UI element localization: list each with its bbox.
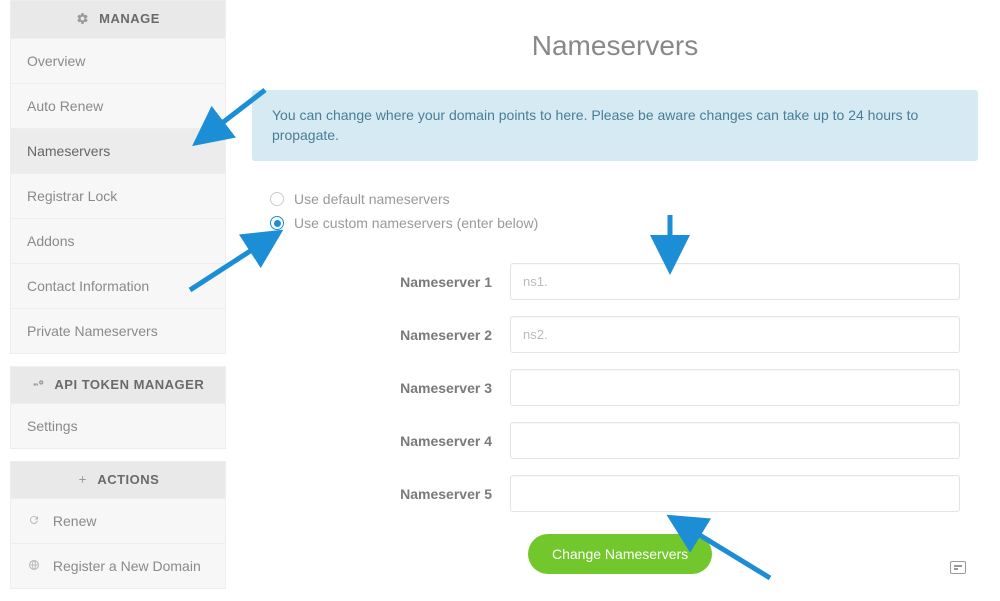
plus-icon — [77, 473, 88, 488]
sidebar-header-label: MANAGE — [99, 11, 160, 26]
sidebar-header-api: API TOKEN MANAGER — [11, 367, 225, 404]
main-content: Nameservers You can change where your do… — [240, 0, 990, 582]
form-row: Nameserver 3 — [240, 361, 990, 414]
nameserver-5-input[interactable] — [510, 475, 960, 512]
sidebar-item-renew[interactable]: Renew — [11, 498, 225, 543]
sidebar: MANAGE Overview Auto Renew Nameservers R… — [10, 0, 226, 601]
globe-icon — [27, 558, 41, 574]
form-label: Nameserver 2 — [380, 327, 510, 343]
radio-icon — [270, 216, 284, 230]
page-title: Nameservers — [240, 0, 990, 86]
sidebar-item-label: Contact Information — [27, 278, 149, 294]
submit-row: Change Nameservers — [240, 520, 990, 582]
sidebar-item-label: Private Nameservers — [27, 323, 158, 339]
sidebar-header-actions: ACTIONS — [11, 462, 225, 498]
refresh-icon — [27, 513, 41, 529]
sidebar-item-contact-information[interactable]: Contact Information — [11, 263, 225, 308]
sidebar-item-registrar-lock[interactable]: Registrar Lock — [11, 173, 225, 218]
sidebar-item-nameservers[interactable]: Nameservers — [11, 128, 225, 173]
sidebar-item-label: Addons — [27, 233, 74, 249]
sidebar-item-addons[interactable]: Addons — [11, 218, 225, 263]
info-banner: You can change where your domain points … — [252, 90, 978, 161]
form-label: Nameserver 1 — [380, 274, 510, 290]
sidebar-item-label: Nameservers — [27, 143, 110, 159]
sidebar-item-label: Register a New Domain — [53, 558, 201, 574]
form-row: Nameserver 5 — [240, 467, 990, 520]
form-row: Nameserver 1 — [240, 255, 990, 308]
sidebar-item-label: Auto Renew — [27, 98, 103, 114]
sidebar-item-register-new-domain[interactable]: Register a New Domain — [11, 543, 225, 588]
nameserver-form: Nameserver 1 Nameserver 2 Nameserver 3 N… — [240, 255, 990, 582]
sidebar-item-label: Registrar Lock — [27, 188, 117, 204]
sidebar-header-label: ACTIONS — [97, 472, 159, 487]
nameserver-4-input[interactable] — [510, 422, 960, 459]
sidebar-item-private-nameservers[interactable]: Private Nameservers — [11, 308, 225, 353]
radio-label: Use custom nameservers (enter below) — [294, 215, 538, 231]
sidebar-group-actions: ACTIONS Renew Register a New Domain — [10, 461, 226, 589]
nameserver-3-input[interactable] — [510, 369, 960, 406]
radio-default-nameservers[interactable]: Use default nameservers — [240, 187, 990, 211]
nameserver-2-input[interactable] — [510, 316, 960, 353]
radio-label: Use default nameservers — [294, 191, 450, 207]
sidebar-header-label: API TOKEN MANAGER — [54, 377, 204, 392]
key-icon — [32, 377, 45, 393]
form-row: Nameserver 2 — [240, 308, 990, 361]
sidebar-item-label: Settings — [27, 418, 78, 434]
change-nameservers-button[interactable]: Change Nameservers — [528, 534, 712, 574]
form-label: Nameserver 5 — [380, 486, 510, 502]
sidebar-group-api: API TOKEN MANAGER Settings — [10, 366, 226, 450]
form-label: Nameserver 4 — [380, 433, 510, 449]
gear-icon — [76, 12, 89, 28]
sidebar-header-manage: MANAGE — [11, 1, 225, 38]
sidebar-item-label: Overview — [27, 53, 85, 69]
form-row: Nameserver 4 — [240, 414, 990, 467]
sidebar-group-manage: MANAGE Overview Auto Renew Nameservers R… — [10, 0, 226, 354]
sidebar-item-api-settings[interactable]: Settings — [11, 403, 225, 448]
nameserver-1-input[interactable] — [510, 263, 960, 300]
sidebar-item-label: Renew — [53, 513, 97, 529]
sidebar-item-auto-renew[interactable]: Auto Renew — [11, 83, 225, 128]
sidebar-item-overview[interactable]: Overview — [11, 38, 225, 83]
radio-custom-nameservers[interactable]: Use custom nameservers (enter below) — [240, 211, 990, 235]
card-icon — [950, 561, 966, 574]
form-label: Nameserver 3 — [380, 380, 510, 396]
radio-icon — [270, 192, 284, 206]
